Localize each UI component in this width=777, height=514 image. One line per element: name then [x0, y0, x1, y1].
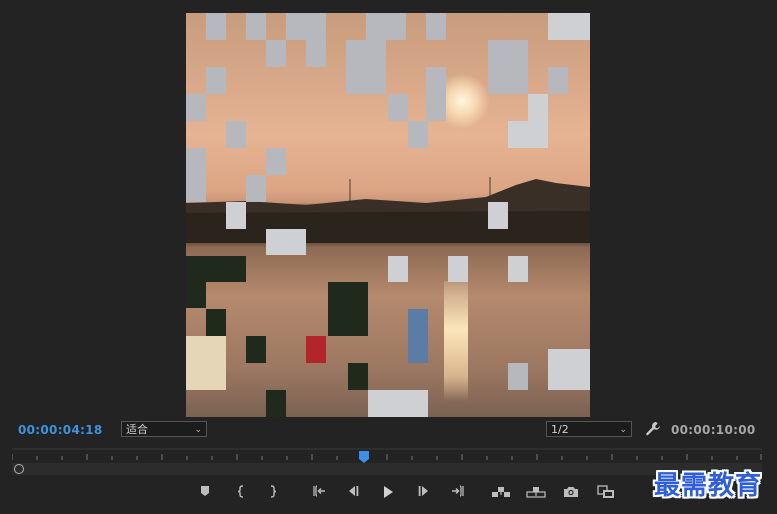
- mosaic-tile: [408, 309, 428, 363]
- go-to-out-button[interactable]: [449, 485, 467, 501]
- mosaic-tile: [408, 121, 428, 148]
- mosaic-tile: [508, 363, 528, 390]
- mosaic-tile: [348, 363, 368, 390]
- mosaic-tile: [448, 256, 468, 282]
- mosaic-tile: [266, 390, 286, 417]
- go-to-out-icon: [452, 485, 464, 497]
- step-forward-button[interactable]: [415, 485, 433, 501]
- mosaic-tile: [266, 40, 286, 67]
- wrench-icon[interactable]: [645, 421, 661, 437]
- go-to-in-button[interactable]: [310, 485, 328, 501]
- mosaic-tile: [388, 256, 408, 282]
- insert-button[interactable]: [491, 485, 511, 501]
- mosaic-tile: [206, 309, 226, 336]
- zoom-handle[interactable]: [14, 464, 24, 474]
- mark-out-button[interactable]: [264, 485, 282, 501]
- export-frame-button[interactable]: [562, 485, 580, 501]
- step-back-icon: [349, 486, 359, 496]
- resolution-value: 1/2: [551, 423, 569, 436]
- mosaic-tile: [548, 67, 568, 94]
- step-back-button[interactable]: [344, 485, 362, 501]
- mosaic-tile: [548, 349, 590, 390]
- mosaic-tile: [286, 13, 326, 40]
- video-frame: [186, 13, 590, 417]
- add-marker-icon: [201, 486, 209, 496]
- mosaic-tile: [186, 256, 246, 282]
- mosaic-tile: [266, 148, 286, 175]
- chevron-down-icon: ⌄: [619, 425, 627, 435]
- mosaic-tile: [346, 40, 386, 94]
- mosaic-tile: [186, 148, 206, 202]
- mark-in-icon: [237, 485, 244, 498]
- mark-out-icon: [270, 485, 277, 498]
- mosaic-tile: [246, 13, 266, 40]
- chevron-down-icon: ⌄: [194, 425, 202, 435]
- mosaic-tile: [206, 67, 226, 94]
- timeline-zoom-scrollbar[interactable]: [12, 463, 762, 475]
- mosaic-tile: [206, 13, 226, 40]
- mosaic-tile: [488, 202, 508, 229]
- mosaic-tile: [186, 282, 206, 308]
- playback-resolution-select[interactable]: 1/2 ⌄: [546, 421, 632, 437]
- mosaic-tile: [508, 256, 528, 282]
- mosaic-tile: [246, 175, 266, 202]
- insert-icon: [492, 487, 510, 497]
- compare-view-icon: [597, 485, 614, 498]
- zoom-level-select[interactable]: 适合 ⌄: [121, 421, 207, 437]
- camera-icon: [564, 487, 578, 497]
- mosaic-tile: [508, 121, 548, 148]
- mosaic-tile: [548, 13, 590, 40]
- overwrite-button[interactable]: [526, 485, 546, 501]
- mosaic-tile: [246, 336, 266, 363]
- mosaic-tile: [266, 229, 306, 255]
- mosaic-tile: [528, 94, 548, 121]
- mosaic-tile: [368, 390, 428, 417]
- play-icon: [384, 486, 393, 498]
- watermark-text: 最需教育: [654, 471, 763, 501]
- mosaic-tile: [306, 336, 326, 363]
- zoom-level-value: 适合: [126, 423, 148, 436]
- mosaic-tile: [226, 121, 246, 148]
- sun-reflection: [444, 281, 468, 401]
- mosaic-tile: [426, 13, 446, 40]
- duration-timecode: 00:00:10:00: [671, 423, 756, 437]
- mosaic-tile: [186, 336, 226, 390]
- mosaic-tile: [226, 202, 246, 229]
- overwrite-icon: [526, 487, 546, 498]
- mosaic-tile: [388, 94, 408, 121]
- program-monitor-viewer: [0, 0, 777, 418]
- go-to-in-icon: [313, 485, 325, 497]
- mosaic-tile: [426, 67, 446, 121]
- mark-in-button[interactable]: [232, 485, 250, 501]
- mosaic-tile: [488, 40, 528, 94]
- mosaic-tile: [306, 40, 326, 67]
- mosaic-tile: [328, 282, 368, 336]
- play-button[interactable]: [379, 485, 397, 501]
- add-marker-button[interactable]: [196, 485, 214, 501]
- current-timecode[interactable]: 00:00:04:18: [18, 423, 103, 437]
- mosaic-tile: [366, 13, 406, 40]
- step-forward-icon: [418, 486, 428, 496]
- playhead[interactable]: [358, 450, 370, 464]
- comparison-view-button[interactable]: [596, 485, 616, 501]
- mosaic-tile: [186, 94, 206, 121]
